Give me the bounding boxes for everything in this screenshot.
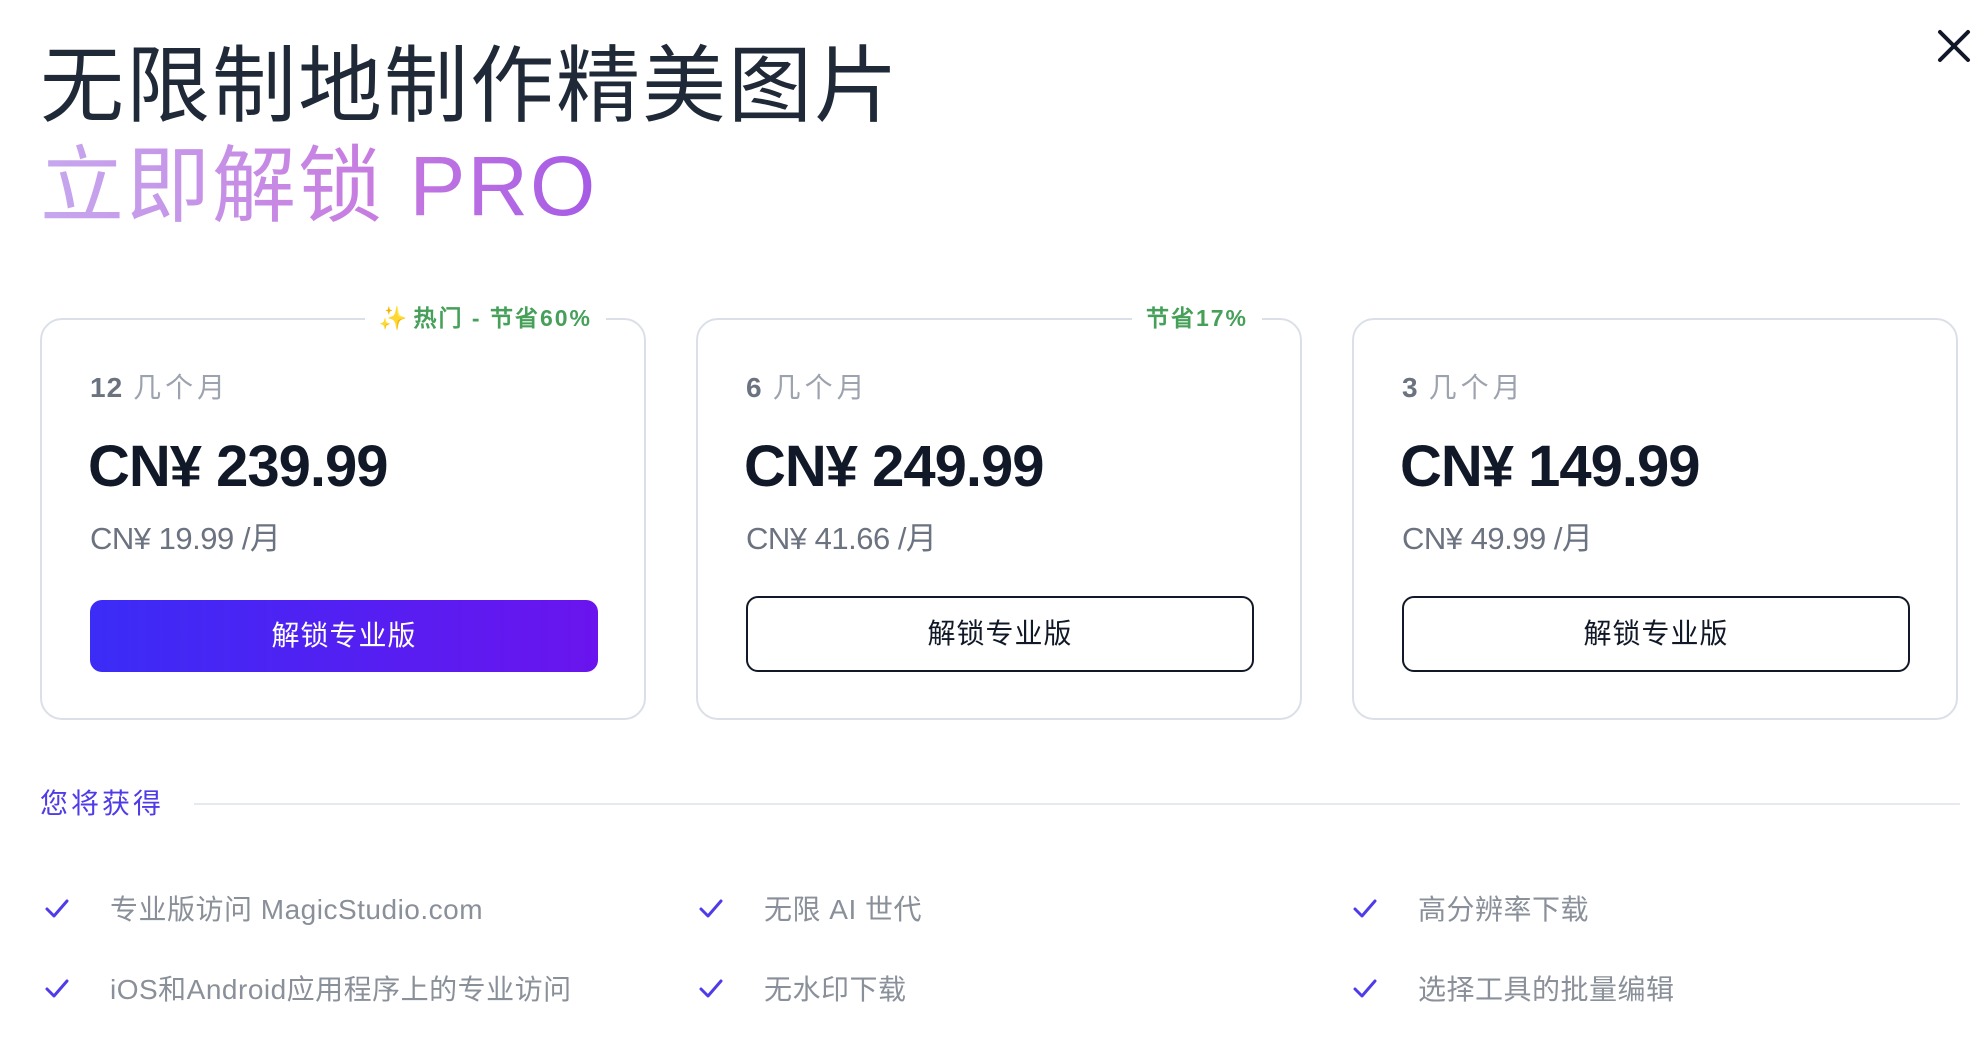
check-icon [44, 896, 70, 922]
plan-price: CN¥ 239.99 [88, 434, 389, 499]
unlock-pro-button[interactable]: 解锁专业版 [90, 600, 598, 672]
benefits-heading: 您将获得 [40, 788, 165, 819]
plan-duration: 6 几个月 [746, 370, 869, 406]
plan-duration-number: 3 [1402, 372, 1419, 403]
check-icon [698, 896, 724, 922]
plan-card-12-months[interactable]: ✨ 热门 - 节省60% 12 几个月 CN¥ 239.99 CN¥ 19.99 /… [40, 302, 646, 720]
plan-price-per-month: CN¥ 49.99 /月 [1402, 521, 1593, 556]
unlock-pro-button[interactable]: 解锁专业版 [1402, 596, 1910, 672]
close-button[interactable] [1934, 26, 1974, 66]
check-icon [1352, 896, 1378, 922]
check-icon [698, 976, 724, 1002]
plan-price: CN¥ 249.99 [744, 434, 1045, 499]
plan-duration-number: 12 [90, 372, 124, 403]
page-subtitle: 立即解锁 PRO [40, 136, 597, 236]
plan-card-6-months[interactable]: 节省17% 6 几个月 CN¥ 249.99 CN¥ 41.66 /月 解锁专业版 [696, 302, 1302, 720]
plan-price-per-month: CN¥ 41.66 /月 [746, 521, 937, 556]
plan-duration-unit: 几个月 [133, 372, 230, 403]
benefit-label: 无限 AI 世代 [764, 894, 923, 925]
section-divider [194, 803, 1960, 805]
plan-badge: ✨ 热门 - 节省60% [364, 302, 606, 334]
plan-price: CN¥ 149.99 [1400, 434, 1701, 499]
check-icon [1352, 976, 1378, 1002]
plan-badge-label: 热门 - 节省60% [413, 305, 592, 331]
page-title: 无限制地制作精美图片 [40, 39, 901, 133]
benefit-label: 专业版访问 MagicStudio.com [110, 894, 484, 925]
plan-duration-number: 6 [746, 372, 763, 403]
plan-duration-unit: 几个月 [772, 372, 869, 403]
plan-card-3-months[interactable]: 3 几个月 CN¥ 149.99 CN¥ 49.99 /月 解锁专业版 [1352, 318, 1958, 720]
sparkle-icon: ✨ [378, 305, 410, 331]
benefit-label: 高分辨率下载 [1418, 894, 1590, 925]
plan-duration-unit: 几个月 [1428, 372, 1525, 403]
plan-badge: 节省17% [1131, 302, 1262, 334]
close-icon [1938, 30, 1970, 62]
plan-duration: 3 几个月 [1402, 370, 1525, 406]
check-icon [44, 976, 70, 1002]
plan-price-per-month: CN¥ 19.99 /月 [90, 521, 281, 556]
benefit-label: iOS和Android应用程序上的专业访问 [110, 974, 572, 1005]
unlock-pro-button[interactable]: 解锁专业版 [746, 596, 1254, 672]
benefit-label: 无水印下载 [764, 974, 907, 1005]
benefit-label: 选择工具的批量编辑 [1418, 974, 1675, 1005]
plan-duration: 12 几个月 [90, 370, 229, 406]
